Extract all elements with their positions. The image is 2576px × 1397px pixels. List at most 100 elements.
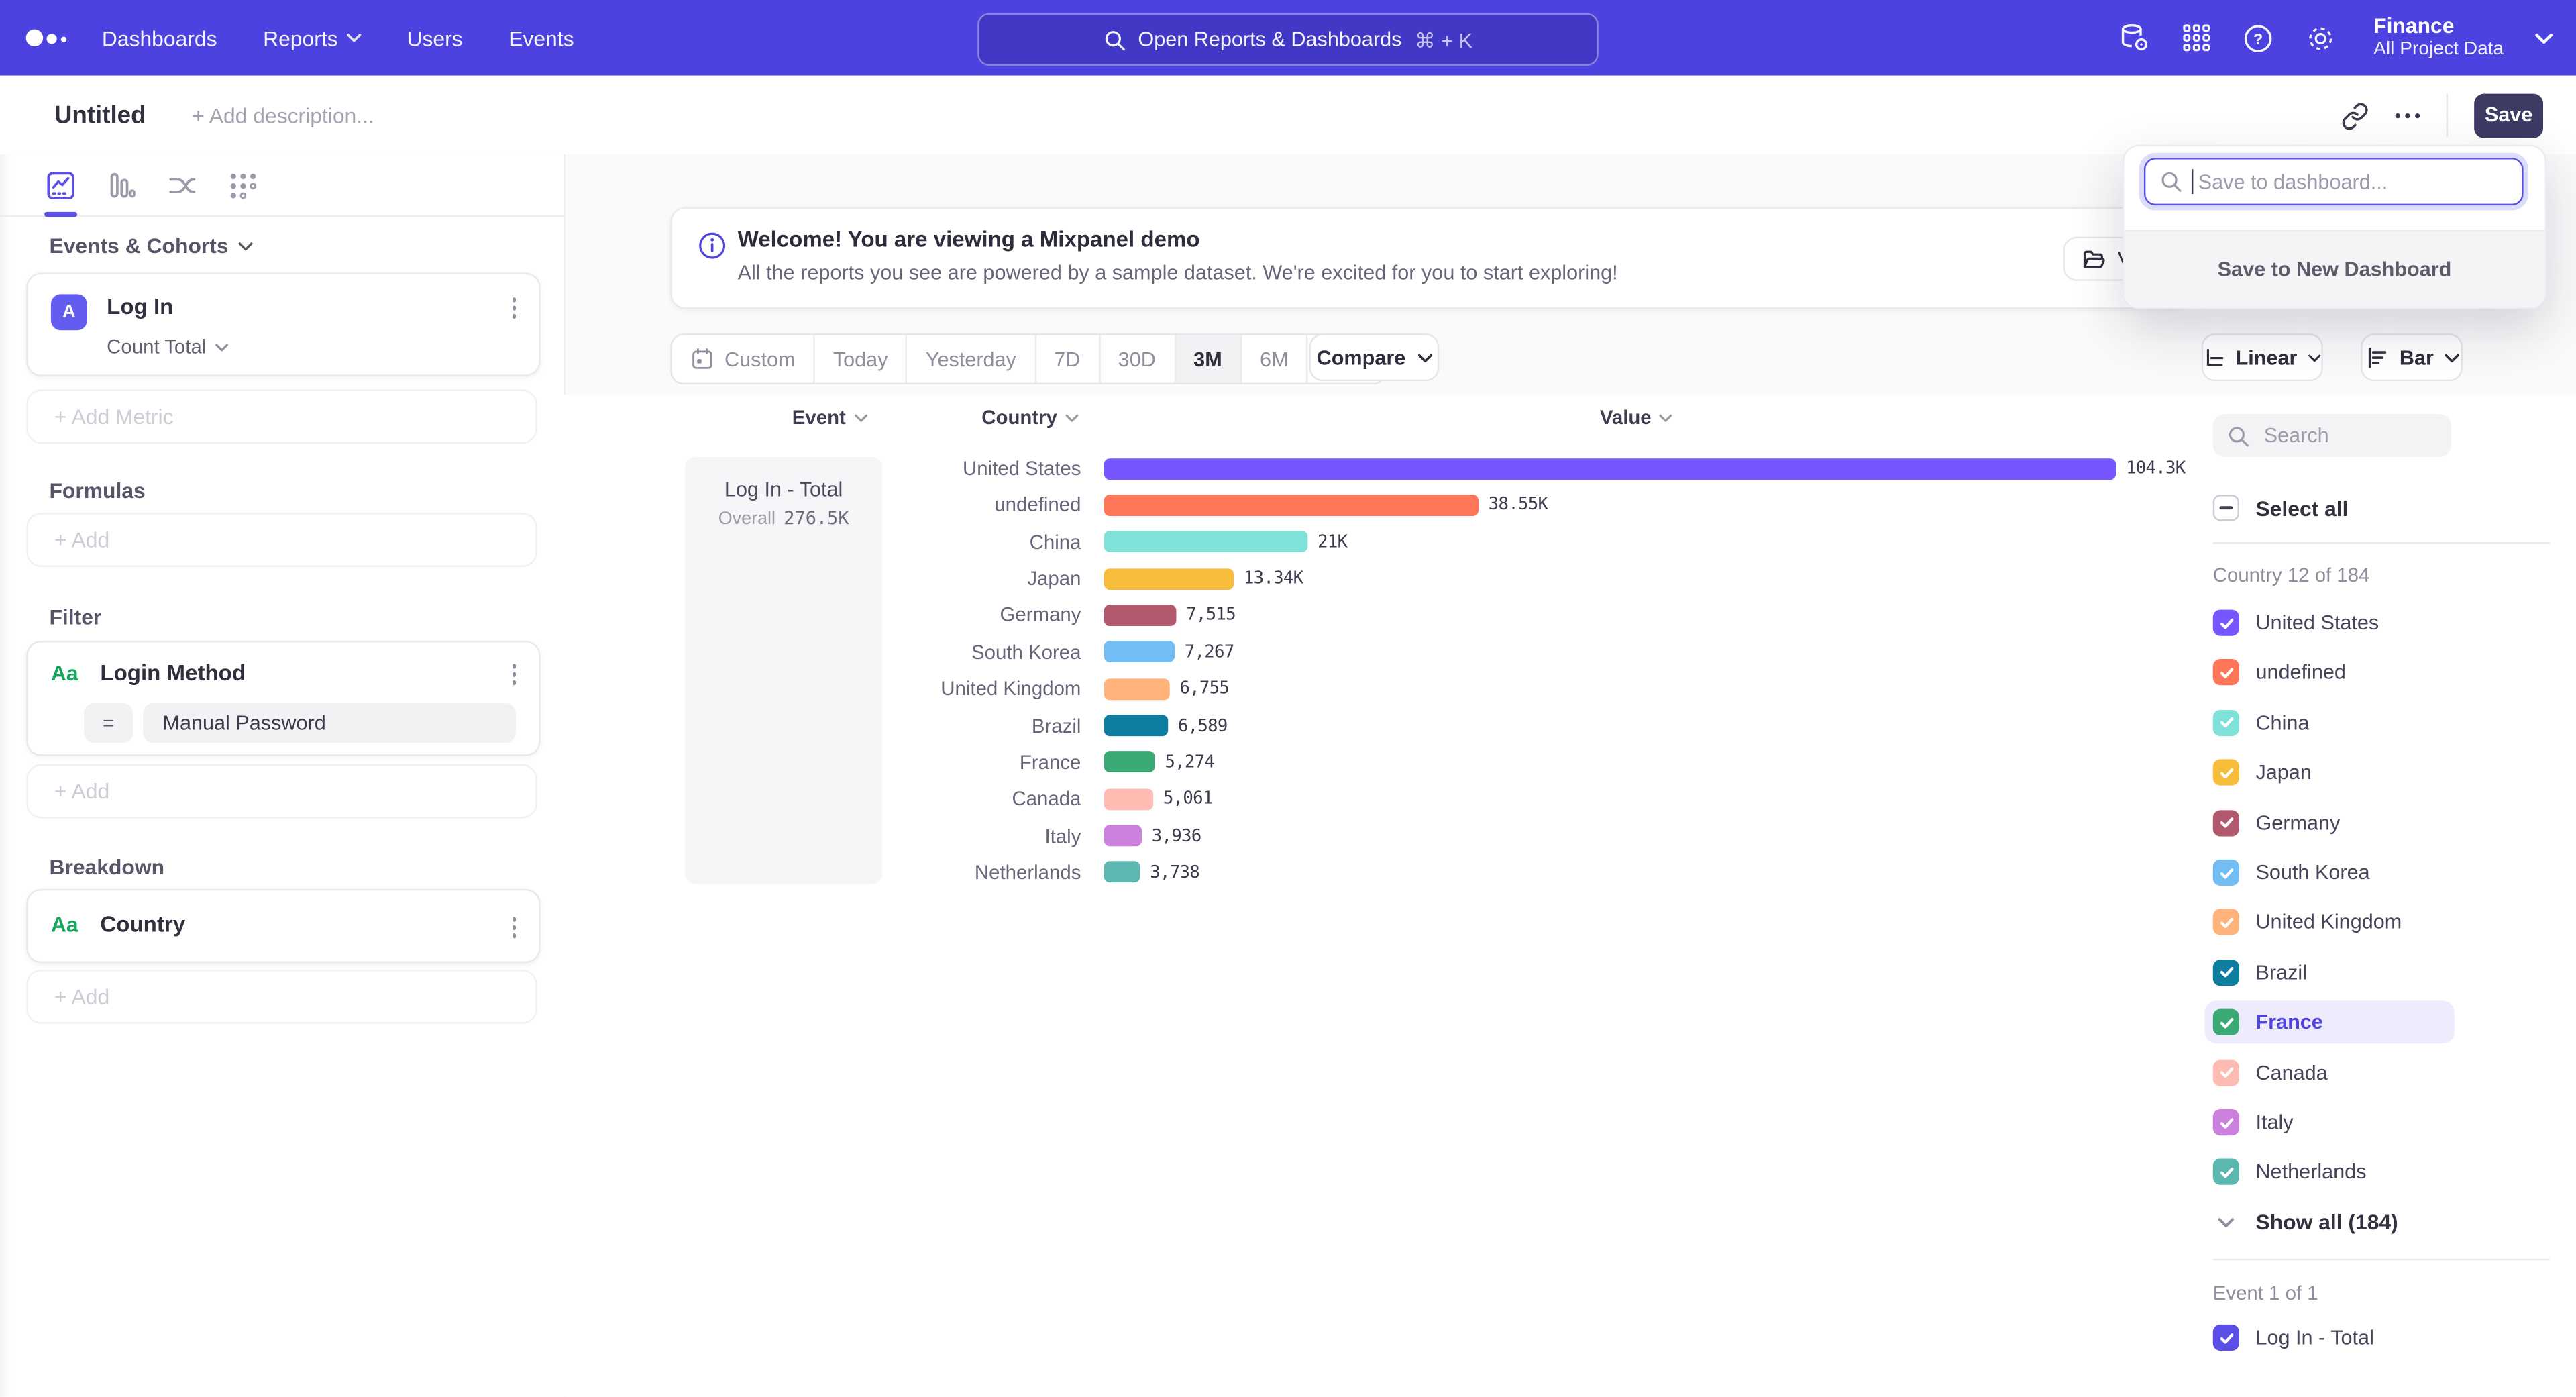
column-header-event[interactable]: Event — [792, 406, 867, 429]
breakdown-property-name[interactable]: Country — [100, 912, 185, 937]
scale-dropdown-linear[interactable]: Linear — [2202, 333, 2323, 381]
date-range-today[interactable]: Today — [813, 335, 906, 383]
show-all-toggle[interactable]: Show all (184) — [2218, 1209, 2398, 1234]
checkbox-checked[interactable] — [2213, 860, 2239, 886]
metric-aggregation-dropdown[interactable]: Count Total — [107, 335, 227, 358]
data-management-icon[interactable] — [2117, 21, 2150, 54]
bar-italy[interactable] — [1104, 825, 1142, 847]
country-filter-netherlands[interactable]: Netherlands — [2205, 1151, 2455, 1194]
tab-funnels[interactable] — [105, 168, 138, 201]
add-breakdown-button[interactable]: + Add — [26, 970, 537, 1024]
checkbox-checked[interactable] — [2213, 709, 2239, 735]
select-all-row[interactable]: Select all — [2213, 495, 2349, 521]
nav-item-reports[interactable]: Reports — [263, 25, 361, 50]
checkbox-checked[interactable] — [2213, 1009, 2239, 1035]
country-filter-china[interactable]: China — [2205, 701, 2455, 744]
project-switcher[interactable]: Finance All Project Data — [2373, 15, 2504, 61]
checkbox-checked[interactable] — [2213, 909, 2239, 935]
nav-item-events[interactable]: Events — [508, 25, 574, 50]
checkbox-checked[interactable] — [2213, 1059, 2239, 1086]
metric-card-log-in[interactable]: A Log In Count Total — [26, 273, 541, 376]
bar-united-states[interactable] — [1104, 458, 2116, 479]
global-search-placeholder: Open Reports & Dashboards — [1138, 28, 1401, 51]
bar-france[interactable] — [1104, 752, 1155, 773]
date-range-6m[interactable]: 6M — [1240, 335, 1307, 383]
bar-japan[interactable] — [1104, 568, 1234, 589]
project-chevron-down-icon[interactable] — [2535, 32, 2553, 44]
filter-kebab-menu-icon[interactable] — [508, 660, 519, 687]
select-all-checkbox-indeterminate[interactable] — [2213, 495, 2239, 521]
series-search-input[interactable] — [2261, 422, 2432, 448]
filter-value-dropdown[interactable]: Manual Password — [143, 703, 516, 743]
bar-canada[interactable] — [1104, 788, 1153, 810]
checkbox-checked[interactable] — [2213, 1109, 2239, 1135]
event-filter-row[interactable]: Log In - Total — [2213, 1325, 2374, 1351]
date-range-custom[interactable]: Custom — [672, 335, 814, 383]
bar-germany[interactable] — [1104, 605, 1177, 626]
country-filter-south-korea[interactable]: South Korea — [2205, 851, 2455, 894]
text-cursor — [2192, 169, 2193, 194]
breakdown-kebab-menu-icon[interactable] — [508, 914, 519, 941]
series-search-box[interactable] — [2213, 414, 2451, 457]
more-options-icon[interactable] — [2396, 113, 2420, 117]
nav-item-dashboards[interactable]: Dashboards — [102, 25, 217, 50]
date-range-30d[interactable]: 30D — [1098, 335, 1174, 383]
help-icon[interactable]: ? — [2242, 22, 2273, 54]
event-filter-checkbox[interactable] — [2213, 1325, 2239, 1351]
add-filter-button[interactable]: + Add — [26, 764, 537, 819]
compare-dropdown[interactable]: Compare — [1309, 333, 1439, 381]
country-filter-france[interactable]: France — [2205, 1001, 2455, 1044]
add-formula-button[interactable]: + Add — [26, 513, 537, 567]
country-filter-canada[interactable]: Canada — [2205, 1051, 2455, 1094]
tab-insights[interactable] — [44, 168, 77, 201]
column-header-country[interactable]: Country — [981, 406, 1078, 429]
svg-text:?: ? — [2253, 30, 2262, 47]
save-button[interactable]: Save — [2474, 93, 2543, 137]
events-cohorts-header[interactable]: Events & Cohorts — [49, 234, 253, 258]
filter-property-name[interactable]: Login Method — [100, 660, 246, 685]
bar-south-korea[interactable] — [1104, 641, 1175, 663]
apps-grid-icon[interactable] — [2182, 23, 2211, 52]
checkbox-checked[interactable] — [2213, 760, 2239, 786]
bar-undefined[interactable] — [1104, 495, 1479, 516]
report-title[interactable]: Untitled — [54, 101, 146, 130]
checkbox-checked[interactable] — [2213, 610, 2239, 636]
bar-china[interactable] — [1104, 531, 1308, 553]
country-filter-brazil[interactable]: Brazil — [2205, 951, 2455, 994]
filter-card-login-method[interactable]: Aa Login Method = Manual Password — [26, 641, 541, 756]
bar-united-kingdom[interactable] — [1104, 678, 1170, 700]
checkbox-checked[interactable] — [2213, 809, 2239, 835]
date-range-yesterday[interactable]: Yesterday — [906, 335, 1034, 383]
copy-link-icon[interactable] — [2341, 101, 2369, 130]
add-description-button[interactable]: + Add description... — [192, 103, 374, 127]
checkbox-checked[interactable] — [2213, 1159, 2239, 1185]
bar-netherlands[interactable] — [1104, 862, 1140, 883]
checkbox-checked[interactable] — [2213, 960, 2239, 986]
metric-event-name[interactable]: Log In — [107, 294, 173, 319]
settings-gear-icon[interactable] — [2304, 22, 2336, 54]
column-header-value[interactable]: Value — [1600, 406, 1673, 429]
country-filter-united-states[interactable]: United States — [2205, 601, 2455, 644]
save-to-new-dashboard-button[interactable]: Save to New Dashboard — [2125, 230, 2545, 307]
breakdown-card-country[interactable]: Aa Country — [26, 889, 541, 963]
country-filter-undefined[interactable]: undefined — [2205, 652, 2455, 694]
tab-retention[interactable] — [227, 168, 260, 201]
mixpanel-logo-icon[interactable] — [23, 26, 82, 49]
metric-kebab-menu-icon[interactable] — [508, 294, 519, 321]
country-filter-germany[interactable]: Germany — [2205, 801, 2455, 844]
global-search-button[interactable]: Open Reports & Dashboards ⌘ + K — [977, 13, 1599, 66]
country-filter-united-kingdom[interactable]: United Kingdom — [2205, 901, 2455, 944]
date-range-7d[interactable]: 7D — [1034, 335, 1098, 383]
country-filter-italy[interactable]: Italy — [2205, 1101, 2455, 1144]
save-dashboard-search[interactable] — [2144, 158, 2524, 205]
checkbox-checked[interactable] — [2213, 660, 2239, 686]
filter-operator-dropdown[interactable]: = — [84, 703, 133, 743]
chart-type-dropdown-bar[interactable]: Bar — [2361, 333, 2463, 381]
country-filter-japan[interactable]: Japan — [2205, 752, 2455, 794]
date-range-3m[interactable]: 3M — [1174, 335, 1240, 383]
bar-brazil[interactable] — [1104, 715, 1169, 736]
nav-item-users[interactable]: Users — [407, 25, 462, 50]
save-dashboard-input[interactable] — [2195, 168, 2498, 195]
add-metric-button[interactable]: + Add Metric — [26, 389, 537, 444]
tab-flows[interactable] — [166, 168, 199, 201]
